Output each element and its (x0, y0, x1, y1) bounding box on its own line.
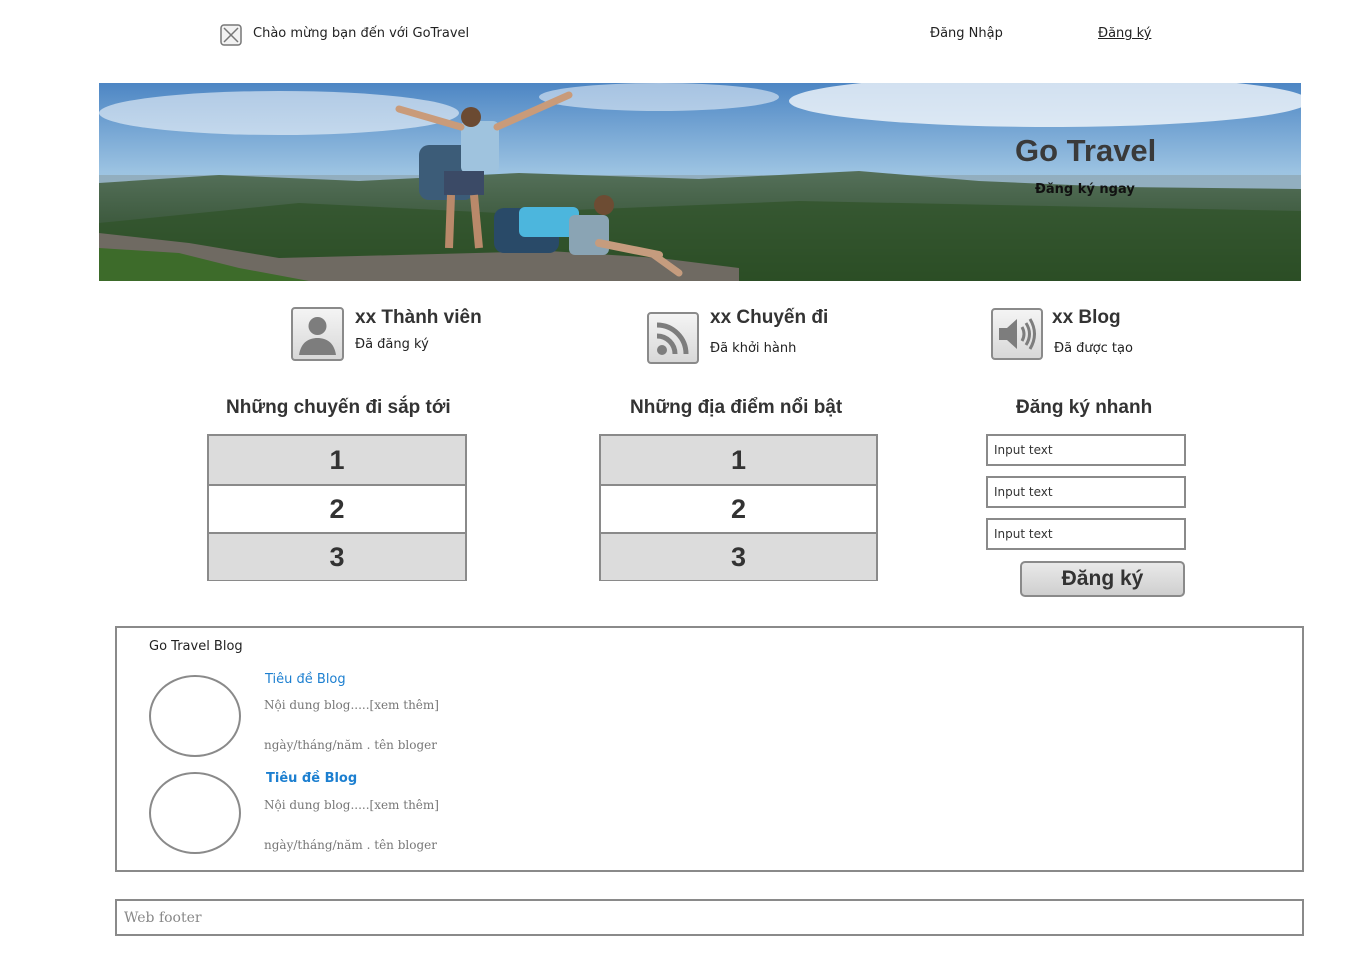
register-link[interactable]: Đăng ký (1098, 26, 1151, 41)
list-item[interactable]: 3 (601, 532, 876, 580)
blog-excerpt: Nội dung blog.....[xem thêm] (264, 698, 439, 712)
quick-register-input-3[interactable]: Input text (986, 518, 1186, 550)
blog-excerpt: Nội dung blog.....[xem thêm] (264, 798, 439, 812)
upcoming-trips-heading: Những chuyến đi sắp tới (226, 397, 451, 418)
list-item[interactable]: 1 (209, 436, 465, 484)
quick-register-heading: Đăng ký nhanh (1016, 397, 1153, 418)
blog-meta: ngày/tháng/năm . tên bloger (264, 838, 437, 852)
blogs-count: xx Blog (1052, 307, 1121, 328)
members-count: xx Thành viên (355, 307, 482, 328)
speaker-icon (991, 308, 1043, 360)
quick-register-input-1[interactable]: Input text (986, 434, 1186, 466)
rss-icon (647, 312, 699, 364)
quick-register-input-2[interactable]: Input text (986, 476, 1186, 508)
trips-count: xx Chuyến đi (710, 307, 829, 328)
trips-subtitle: Đã khởi hành (710, 341, 797, 356)
list-item[interactable]: 2 (601, 484, 876, 532)
web-footer: Web footer (115, 899, 1304, 936)
banner-signup-link[interactable]: Đăng ký ngay (1035, 182, 1135, 197)
blog-title[interactable]: Tiêu đề Blog (265, 672, 346, 687)
user-icon (291, 307, 344, 361)
blog-title[interactable]: Tiêu đề Blog (266, 771, 357, 786)
welcome-text: Chào mừng bạn đến với GoTravel (253, 26, 470, 41)
list-item[interactable]: 2 (209, 484, 465, 532)
upcoming-trips-list: 1 2 3 (207, 434, 467, 581)
blogs-subtitle: Đã được tạo (1054, 341, 1133, 356)
blog-meta: ngày/tháng/năm . tên bloger (264, 738, 437, 752)
featured-places-heading: Những địa điểm nổi bật (630, 397, 843, 418)
featured-places-list: 1 2 3 (599, 434, 878, 581)
banner-title: Go Travel (1015, 133, 1157, 168)
image-placeholder-icon (220, 24, 242, 46)
list-item[interactable]: 3 (209, 532, 465, 580)
blog-heading: Go Travel Blog (149, 639, 243, 654)
list-item[interactable]: 1 (601, 436, 876, 484)
login-link[interactable]: Đăng Nhập (930, 26, 1003, 41)
blog-avatar (149, 675, 241, 757)
members-subtitle: Đã đăng ký (355, 337, 429, 352)
blog-avatar (149, 772, 241, 854)
quick-register-button[interactable]: Đăng ký (1020, 561, 1185, 597)
